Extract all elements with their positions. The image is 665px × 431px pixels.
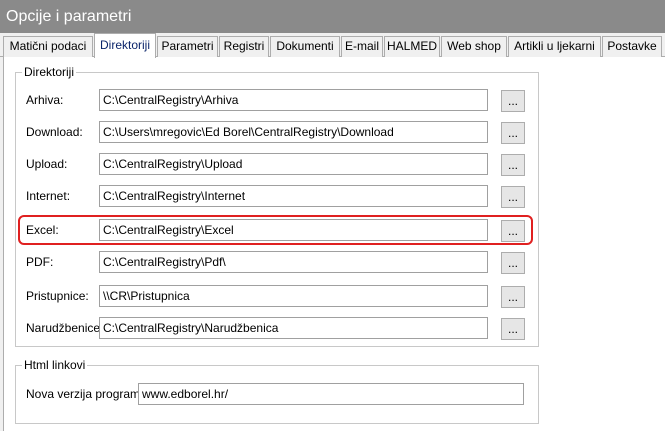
tab-postavke[interactable]: Postavke [602,36,662,57]
narudzbenice-label: Narudžbenice: [26,321,104,335]
window-title: Opcije i parametri [0,0,665,33]
upload-browse-button[interactable]: ... [501,154,525,176]
upload-label: Upload: [26,157,68,171]
upload-path-input[interactable] [99,153,488,175]
new-version-url-input[interactable] [138,383,524,405]
tab-direktoriji[interactable]: Direktoriji [94,33,156,58]
pristupnice-label: Pristupnice: [26,289,89,303]
download-label: Download: [26,125,83,139]
tab-e-mail[interactable]: E-mail [341,36,383,57]
pdf-path-input[interactable] [99,251,488,273]
narudzbenice-path-input[interactable] [99,317,488,339]
tab-dokumenti[interactable]: Dokumenti [270,36,340,57]
arhiva-browse-button[interactable]: ... [501,90,525,112]
internet-label: Internet: [26,189,71,203]
download-browse-button[interactable]: ... [501,122,525,144]
arhiva-label: Arhiva: [26,93,64,107]
html-links-group-legend: Html linkovi [24,358,86,372]
pristupnice-path-input[interactable] [99,285,488,307]
narudzbenice-browse-button[interactable]: ... [501,318,525,340]
directories-group-legend: Direktoriji [24,65,75,79]
tab-artikli-u-ljekarni[interactable]: Artikli u ljekarni [508,36,601,57]
excel-label: Excel: [26,223,59,237]
excel-browse-button[interactable]: ... [501,220,525,242]
tab-maticni-podaci[interactable]: Matični podaci [3,36,93,57]
new-version-label: Nova verzija programa: [26,387,151,401]
tab-strip: Matični podaci Direktoriji Parametri Reg… [0,33,665,58]
excel-path-input[interactable] [99,219,488,241]
internet-browse-button[interactable]: ... [501,186,525,208]
arhiva-path-input[interactable] [99,89,488,111]
tab-web-shop[interactable]: Web shop [441,36,507,57]
download-path-input[interactable] [99,121,488,143]
tab-registri[interactable]: Registri [219,36,269,57]
tab-halmed[interactable]: HALMED [384,36,440,57]
tab-parametri[interactable]: Parametri [157,36,218,57]
pristupnice-browse-button[interactable]: ... [501,286,525,308]
internet-path-input[interactable] [99,185,488,207]
pdf-browse-button[interactable]: ... [501,252,525,274]
pdf-label: PDF: [26,255,54,269]
